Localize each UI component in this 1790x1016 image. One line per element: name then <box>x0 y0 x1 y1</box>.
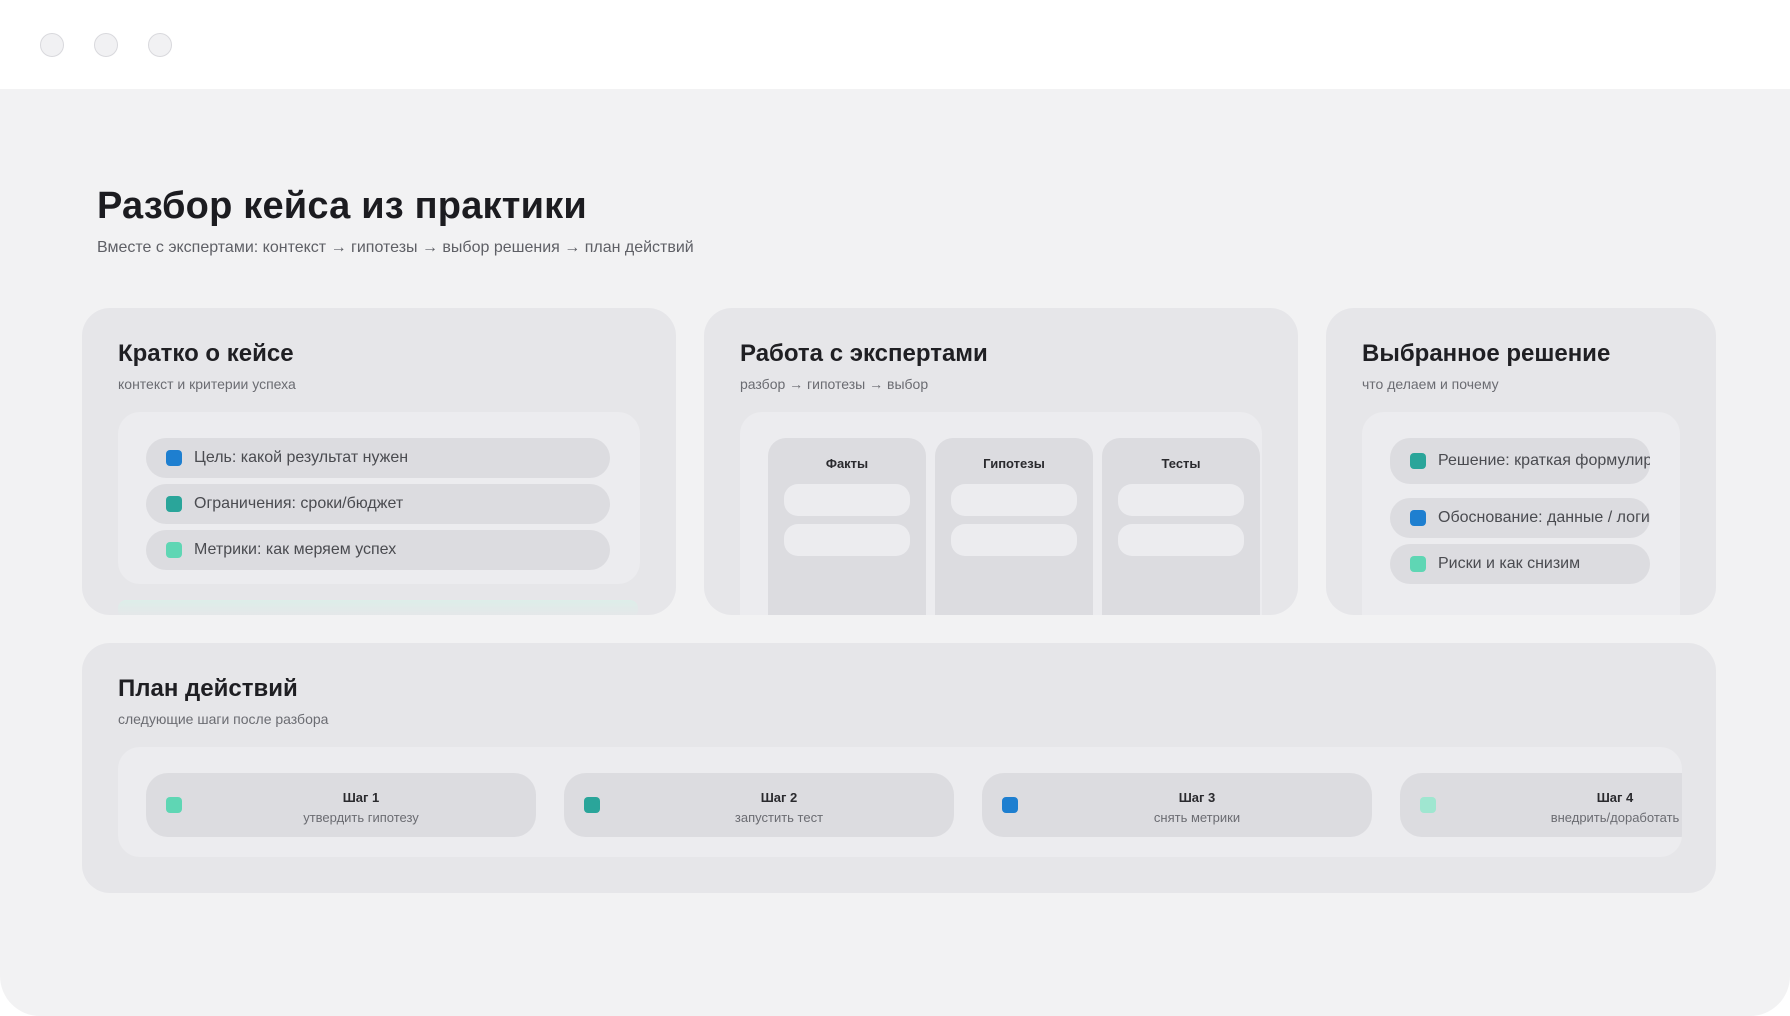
slide-canvas: Разбор кейса из практики Вместе с экспер… <box>0 89 1790 1016</box>
teal-marker-icon <box>1410 453 1426 469</box>
mint-marker-icon <box>1410 556 1426 572</box>
card-title: Работа с экспертами <box>740 340 988 367</box>
list-item: Цель: какой результат нужен <box>146 438 610 478</box>
list-item: Риски и как снизим <box>1390 544 1650 584</box>
window-close-button[interactable] <box>40 33 64 57</box>
card-subtitle: контекст и критерии успеха <box>118 376 296 392</box>
column-title: Гипотезы <box>983 456 1045 471</box>
plan-steps-panel: Шаг 1 утвердить гипотезу Шаг 2 запустить… <box>118 747 1682 857</box>
card-title: Выбранное решение <box>1362 340 1611 367</box>
column-title: Факты <box>825 456 869 471</box>
step-description: снять метрики <box>1153 810 1241 825</box>
solution-card: Выбранное решение что делаем и почему Ре… <box>1326 308 1716 615</box>
step-title: Шаг 1 <box>342 790 380 805</box>
placeholder-card <box>784 524 910 556</box>
card-title: План действий <box>118 675 298 702</box>
card-subtitle: разбор → гипотезы → выбор <box>740 376 929 392</box>
plan-step: Шаг 1 утвердить гипотезу <box>146 773 536 837</box>
blue-marker-icon <box>1410 510 1426 526</box>
board-column-facts: Факты <box>768 438 926 615</box>
step-title: Шаг 4 <box>1596 790 1634 805</box>
placeholder-card <box>1118 524 1244 556</box>
case-items-panel: Цель: какой результат нужен Ограничения:… <box>118 412 640 584</box>
mint-light-marker-icon <box>1420 797 1436 813</box>
column-title: Тесты <box>1161 456 1201 471</box>
blue-marker-icon <box>1002 797 1018 813</box>
page-subtitle: Вместе с экспертами: контекст → гипотезы… <box>97 239 694 256</box>
step-description: утвердить гипотезу <box>303 810 419 825</box>
list-item: Обоснование: данные / логика <box>1390 498 1650 538</box>
placeholder-card <box>951 524 1077 556</box>
list-item-label: Метрики: как меряем успех <box>194 541 397 558</box>
solution-items-panel: Решение: краткая формулировка Обосновани… <box>1362 412 1680 615</box>
list-item: Метрики: как меряем успех <box>146 530 610 570</box>
experts-card: Работа с экспертами разбор → гипотезы → … <box>704 308 1298 615</box>
card-title: Кратко о кейсе <box>118 340 294 367</box>
placeholder-card <box>784 484 910 516</box>
list-item-label: Решение: краткая формулировка <box>1438 452 1650 469</box>
list-item: Ограничения: сроки/бюджет <box>146 484 610 524</box>
plan-step: Шаг 4 внедрить/доработать <box>1400 773 1682 837</box>
list-item-label: Цель: какой результат нужен <box>194 449 409 466</box>
board-column-tests: Тесты <box>1102 438 1260 615</box>
case-summary-card: Кратко о кейсе контекст и критерии успех… <box>82 308 676 615</box>
mint-marker-icon <box>166 797 182 813</box>
plan-step: Шаг 2 запустить тест <box>564 773 954 837</box>
step-description: внедрить/доработать <box>1550 810 1680 825</box>
placeholder-card <box>1118 484 1244 516</box>
action-plan-card: План действий следующие шаги после разбо… <box>82 643 1716 893</box>
decorative-strip <box>118 600 638 615</box>
list-item-label: Обоснование: данные / логика <box>1438 509 1650 526</box>
board-column-hypotheses: Гипотезы <box>935 438 1093 615</box>
placeholder-card <box>951 484 1077 516</box>
step-description: запустить тест <box>734 810 824 825</box>
window-maximize-button[interactable] <box>148 33 172 57</box>
mint-marker-icon <box>166 542 182 558</box>
step-title: Шаг 2 <box>760 790 798 805</box>
list-item-label: Риски и как снизим <box>1438 555 1581 572</box>
card-subtitle: следующие шаги после разбора <box>118 711 329 727</box>
blue-marker-icon <box>166 450 182 466</box>
card-subtitle: что делаем и почему <box>1362 376 1499 392</box>
step-title: Шаг 3 <box>1178 790 1216 805</box>
list-item-label: Ограничения: сроки/бюджет <box>194 495 404 512</box>
window-minimize-button[interactable] <box>94 33 118 57</box>
plan-step: Шаг 3 снять метрики <box>982 773 1372 837</box>
teal-marker-icon <box>166 496 182 512</box>
list-item: Решение: краткая формулировка <box>1390 438 1650 484</box>
teal-marker-icon <box>584 797 600 813</box>
page-title: Разбор кейса из практики <box>97 185 587 227</box>
window-titlebar <box>0 0 1790 89</box>
